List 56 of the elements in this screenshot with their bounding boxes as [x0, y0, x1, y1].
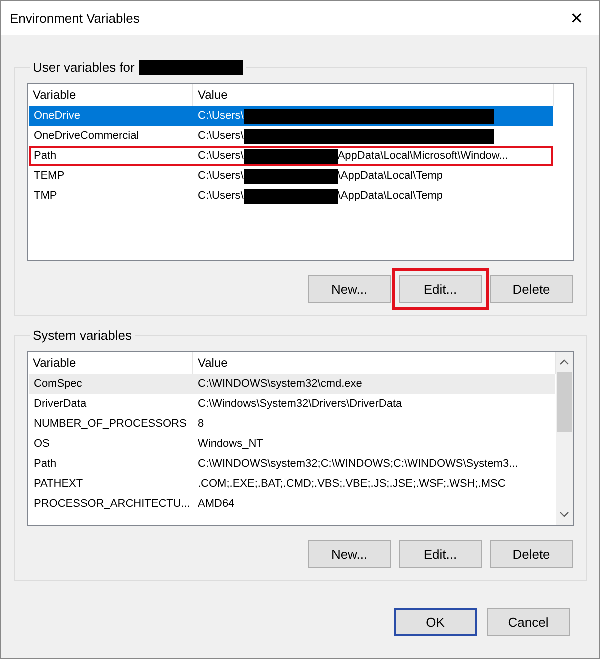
action-button[interactable]: Edit...: [399, 275, 482, 303]
variables-list[interactable]: [27, 351, 574, 526]
variable-name: OneDriveCommercial: [34, 130, 140, 142]
variable-value: C:\Users\: [198, 150, 244, 162]
group-label: User variables for: [33, 60, 135, 75]
action-button[interactable]: New...: [308, 540, 391, 568]
variable-name: DriverData: [34, 398, 87, 410]
dialog-button[interactable]: Cancel: [487, 608, 570, 636]
variable-row[interactable]: ComSpec C:\WINDOWS\system32\cmd.exe: [29, 374, 555, 394]
variable-value: C:\Users\: [198, 170, 244, 182]
dialog-button[interactable]: OK: [394, 608, 477, 636]
scroll-up-icon[interactable]: [560, 359, 569, 365]
action-button[interactable]: Delete: [490, 540, 573, 568]
variable-value: C:\Users\: [198, 110, 244, 122]
variable-value: .COM;.EXE;.BAT;.CMD;.VBS;.VBE;.JS;.JSE;.WSF;.WSH;.MSC: [198, 478, 506, 490]
variable-row[interactable]: Path C:\WINDOWS\system32;C:\WINDOWS;C:\WINDOWS\System3...: [29, 454, 555, 474]
variable-row[interactable]: TEMP C:\Users\ \AppData\Local\Temp: [29, 166, 553, 186]
variables-list[interactable]: Variable Value OneDrive C:\Users\ OneDriveCommercial C:\Users\ Path C:\Users\ AppData\Local\Microsoft\Window... TEMP C:\Users\ \AppData\Local\Temp TMP C:\Users\ \AppData\Local\Temp: [27, 83, 574, 261]
variable-row[interactable]: TMP C:\Users\ \AppData\Local\Temp: [29, 186, 553, 206]
variable-name: OneDrive: [34, 110, 80, 122]
variable-value: C:\WINDOWS\system32\cmd.exe: [198, 378, 362, 390]
variable-value: 8: [198, 418, 204, 430]
variable-row[interactable]: NUMBER_OF_PROCESSORS 8: [29, 414, 555, 434]
action-button[interactable]: New...: [308, 275, 391, 303]
variable-value: C:\Users\: [198, 190, 244, 202]
variable-name: Path: [34, 458, 57, 470]
variable-value: C:\WINDOWS\system32;C:\WINDOWS;C:\WINDOWS\System3...: [198, 458, 518, 470]
scroll-down-icon[interactable]: [560, 512, 569, 518]
variable-row[interactable]: Path C:\Users\ AppData\Local\Microsoft\Window...: [29, 146, 553, 166]
variable-value: C:\Users\: [198, 130, 244, 142]
variable-row[interactable]: OS Windows_NT: [29, 434, 555, 454]
variable-name: TEMP: [34, 170, 65, 182]
action-button[interactable]: Delete: [490, 275, 573, 303]
variable-value: \AppData\Local\Temp: [338, 170, 444, 182]
variable-name: OS: [34, 438, 50, 450]
variable-value: Windows_NT: [198, 438, 264, 450]
window-title: Environment Variables: [10, 10, 140, 26]
variable-value: AppData\Local\Microsoft\Window...: [338, 150, 508, 162]
variable-row[interactable]: DriverData C:\Windows\System32\Drivers\DriverData: [29, 394, 555, 414]
variable-name: TMP: [34, 190, 58, 202]
variable-name: Path: [34, 150, 57, 162]
variable-value: \AppData\Local\Temp: [338, 190, 444, 202]
variable-row[interactable]: PATHEXT .COM;.EXE;.BAT;.CMD;.VBS;.VBE;.JS;.JSE;.WSF;.WSH;.MSC: [29, 474, 555, 494]
variable-name: PATHEXT: [34, 478, 84, 490]
variable-row[interactable]: OneDriveCommercial C:\Users\: [29, 126, 553, 146]
variable-name: PROCESSOR_ARCHITECTU...: [34, 498, 190, 510]
group-label: System variables: [33, 328, 132, 343]
variable-value: C:\Windows\System32\Drivers\DriverData: [198, 398, 402, 410]
variable-row[interactable]: OneDrive C:\Users\: [29, 106, 553, 126]
variable-value: AMD64: [198, 498, 235, 510]
variable-row[interactable]: PROCESSOR_ARCHITECTU... AMD64: [29, 494, 555, 514]
action-button[interactable]: Edit...: [399, 540, 482, 568]
variable-name: ComSpec: [34, 378, 82, 390]
variable-name: NUMBER_OF_PROCESSORS: [34, 418, 187, 430]
scrollbar[interactable]: [556, 352, 573, 525]
scroll-thumb[interactable]: [557, 372, 572, 432]
